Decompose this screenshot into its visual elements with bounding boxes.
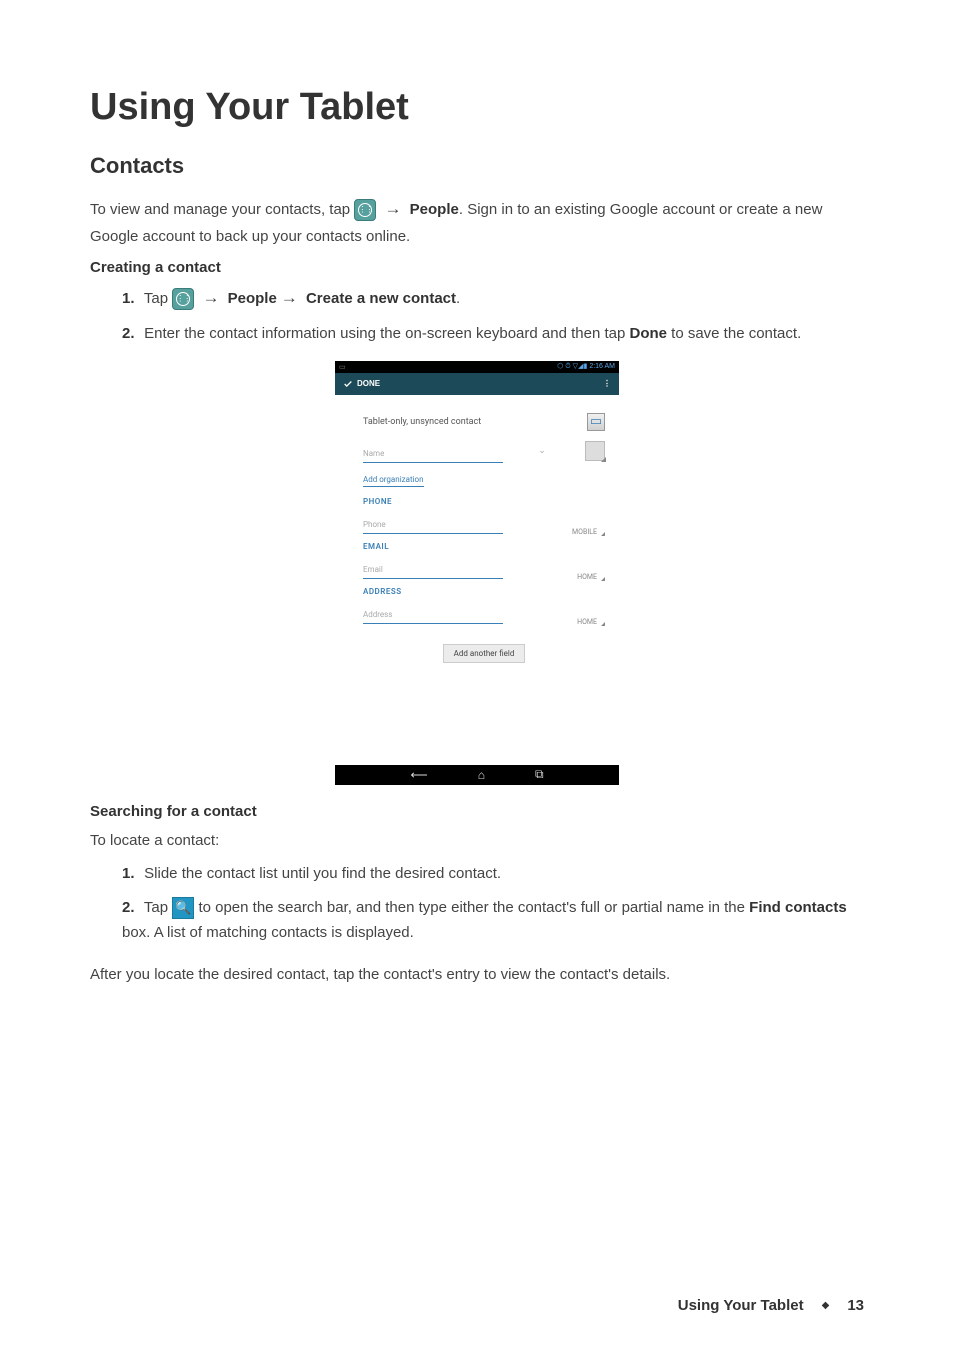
step2-before: Enter the contact information using the … [144,325,629,342]
contact-form: Tablet-only, unsynced contact ▭ Name ⌄ A… [335,395,619,765]
email-placeholder: Email [363,565,383,574]
search-step1-text: Slide the contact list until you find th… [144,865,501,882]
search-step2-after: box. A list of matching contacts is disp… [122,924,414,941]
action-bar: DONE ⋮ [335,373,619,395]
email-section-label: EMAIL [363,542,605,551]
email-type-selector[interactable]: HOME [577,573,605,581]
search-step1-number: 1. [122,861,140,887]
status-bar: ▭ ⬡ ⏱ ▽◢▮ 2:16 AM [335,361,619,373]
step1-number: 1. [122,286,140,312]
page-footer: Using Your Tablet ◆ 13 [678,1297,864,1314]
section-heading: Contacts [90,153,864,179]
footer-page-number: 13 [847,1297,864,1314]
search-steps: 1. Slide the contact list until you find… [90,861,864,946]
phone-section-label: PHONE [363,497,605,506]
search-step2-before: Tap [144,899,172,916]
find-contacts-bold: Find contacts [749,899,847,916]
status-left-icon: ▭ [339,363,346,371]
address-section-label: ADDRESS [363,587,605,596]
address-field[interactable]: Address [363,598,503,624]
name-field[interactable]: Name [363,437,503,463]
step1-people: People [228,290,277,307]
arrow-icon: → [198,288,223,307]
step2-done: Done [629,325,667,342]
address-placeholder: Address [363,610,392,619]
phone-field[interactable]: Phone [363,508,503,534]
phone-placeholder: Phone [363,520,386,529]
done-button[interactable]: DONE [343,379,380,389]
nav-bar: ⟵ ⌂ ⧉ [335,765,619,785]
intro-before: To view and manage your contacts, tap [90,201,354,218]
status-time: 2:16 AM [589,363,615,370]
create-step2: 2. Enter the contact information using t… [122,321,864,347]
step1-create: Create a new contact [306,290,456,307]
overflow-icon[interactable]: ⋮ [603,379,611,388]
after-locate-text: After you locate the desired contact, ta… [90,962,864,988]
page-title: Using Your Tablet [90,86,864,129]
footer-title: Using Your Tablet [678,1297,804,1314]
step2-after: to save the contact. [667,325,801,342]
address-type-selector[interactable]: HOME [577,618,605,626]
status-icons: ⬡ ⏱ ▽◢▮ [557,362,587,371]
arrow-icon: → [277,288,302,307]
search-step2: 2. Tap 🔍 to open the search bar, and the… [122,895,864,946]
create-step1: 1. Tap → People→ Create a new contact. [122,284,864,313]
arrow-icon: → [381,199,406,218]
chevron-down-icon[interactable]: ⌄ [538,446,546,456]
back-icon[interactable]: ⟵ [410,768,427,782]
searching-intro: To locate a contact: [90,828,864,854]
search-icon: 🔍 [172,897,194,919]
search-step1: 1. Slide the contact list until you find… [122,861,864,887]
recents-icon[interactable]: ⧉ [535,767,544,782]
intro-people-bold: People [410,201,459,218]
step2-number: 2. [122,321,140,347]
done-label: DONE [357,379,380,388]
intro-para: To view and manage your contacts, tap → … [90,195,864,249]
account-type-label: Tablet-only, unsynced contact [363,417,481,427]
phone-type-selector[interactable]: MOBILE [572,528,605,536]
add-another-field-button[interactable]: Add another field [443,644,526,663]
searching-heading: Searching for a contact [90,803,864,820]
footer-diamond-icon: ◆ [822,1300,830,1311]
apps-icon [354,199,376,221]
search-step2-mid: to open the search bar, and then type ei… [198,899,749,916]
search-step2-number: 2. [122,895,140,921]
photo-placeholder[interactable] [585,441,605,461]
email-field[interactable]: Email [363,553,503,579]
step1-period: . [456,290,460,307]
step1-before: Tap [144,290,172,307]
home-icon[interactable]: ⌂ [478,768,485,782]
creating-steps: 1. Tap → People→ Create a new contact. 2… [90,284,864,346]
contact-badge-icon: ▭ [587,413,605,431]
add-organization-link[interactable]: Add organization [363,475,424,487]
check-icon [343,379,353,389]
creating-heading: Creating a contact [90,259,864,276]
name-placeholder: Name [363,449,384,458]
tablet-screenshot: ▭ ⬡ ⏱ ▽◢▮ 2:16 AM DONE ⋮ Tablet-only, un… [335,361,619,785]
apps-icon [172,288,194,310]
